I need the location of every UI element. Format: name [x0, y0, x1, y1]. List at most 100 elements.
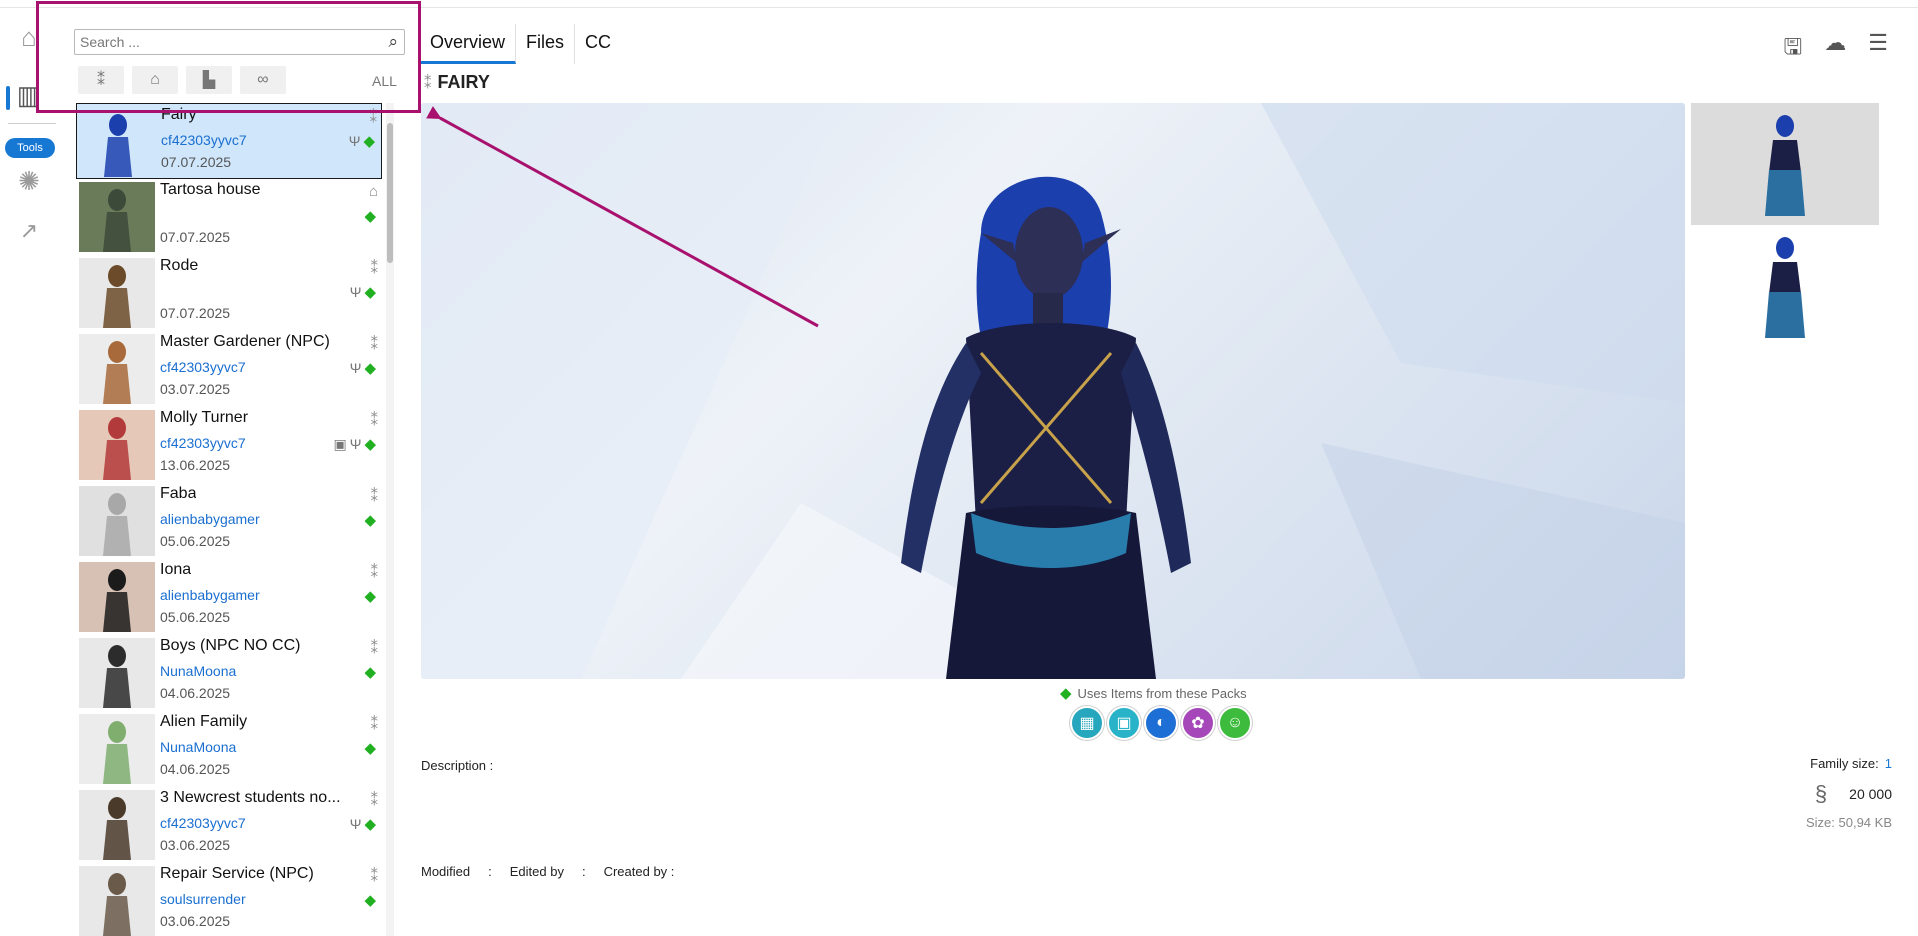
- item-author[interactable]: cf42303yyvc7: [160, 435, 246, 451]
- thumbnail-2[interactable]: [1691, 225, 1879, 347]
- item-tags: ◆: [364, 511, 376, 529]
- lot-type-icon: ⌂: [368, 183, 378, 200]
- sim-type-icon: ⁑: [370, 868, 378, 885]
- list-item[interactable]: Iona alienbabygamer 05.06.2025 ⁑ ◆: [76, 559, 382, 635]
- cc-tag-icon: ◆: [364, 664, 376, 681]
- cc-tag-icon: ◆: [364, 588, 376, 605]
- cc-tag-icon: ◆: [364, 360, 376, 377]
- item-thumbnail: [79, 486, 155, 556]
- detail-tabs: Overview Files CC: [420, 24, 621, 64]
- item-tags: ◆: [364, 587, 376, 605]
- item-name: Iona: [160, 561, 192, 578]
- item-thumbnail: [79, 410, 155, 480]
- fairy-render: [421, 103, 1685, 679]
- thumbnail-render-1: [1765, 115, 1805, 216]
- item-date: 05.06.2025: [160, 609, 231, 625]
- item-author[interactable]: cf42303yyvc7: [160, 815, 246, 831]
- item-author[interactable]: alienbabygamer: [160, 511, 260, 527]
- item-tags: ◆: [364, 891, 376, 909]
- preview-thumbnails: [1691, 103, 1879, 347]
- chart-icon[interactable]: ↗: [14, 216, 44, 246]
- list-item[interactable]: Faba alienbabygamer 05.06.2025 ⁑ ◆: [76, 483, 382, 559]
- item-author[interactable]: cf42303yyvc7: [160, 359, 246, 375]
- list-item[interactable]: Fairy cf42303yyvc7 07.07.2025 ⁑ Ψ ◆: [76, 103, 382, 179]
- packs-label: ◆ Uses Items from these Packs: [1060, 684, 1247, 702]
- description-label: Description :: [421, 758, 494, 773]
- item-date: 05.06.2025: [160, 533, 231, 549]
- cc-tag-icon: ◆: [364, 436, 376, 453]
- cc-tag-icon: ◆: [364, 208, 376, 225]
- item-date: 03.06.2025: [160, 837, 231, 853]
- camera-icon: ▣: [333, 435, 347, 452]
- item-thumbnail: [79, 182, 155, 252]
- library-list: Fairy cf42303yyvc7 07.07.2025 ⁑ Ψ ◆ Tartosa ho…: [76, 103, 384, 936]
- edited-label: Edited by: [509, 864, 564, 879]
- item-author[interactable]: NunaMoona: [160, 663, 236, 679]
- pack-icon[interactable]: ▦: [1070, 706, 1104, 740]
- list-item[interactable]: Boys (NPC NO CC) NunaMoona 04.06.2025 ⁑ ◆: [76, 635, 382, 711]
- created-label: Created by :: [603, 864, 675, 879]
- item-tags: ◆: [364, 207, 376, 225]
- pack-icon[interactable]: ◐: [1144, 706, 1178, 740]
- item-thumbnail: [79, 714, 155, 784]
- tab-cc[interactable]: CC: [575, 24, 621, 64]
- sim-type-icon: ⁑: [370, 488, 378, 505]
- tool-icon: Ψ: [349, 436, 362, 452]
- item-name: Boys (NPC NO CC): [160, 637, 301, 654]
- cc-tag-icon: ◆: [1060, 685, 1072, 702]
- item-name: Repair Service (NPC): [160, 865, 314, 882]
- edited-colon: :: [581, 864, 586, 879]
- list-item[interactable]: Tartosa house 07.07.2025 ⌂ ◆: [76, 179, 382, 255]
- item-author[interactable]: cf42303yyvc7: [161, 132, 247, 148]
- meta-row: Modified : Edited by : Created by :: [421, 864, 674, 879]
- item-author[interactable]: NunaMoona: [160, 739, 236, 755]
- modified-label: Modified: [421, 864, 471, 879]
- item-thumbnail: [79, 258, 155, 328]
- cc-tag-icon: ◆: [364, 512, 376, 529]
- item-name: Tartosa house: [160, 181, 261, 198]
- cc-tag-icon: ◆: [364, 816, 376, 833]
- modified-colon: :: [488, 864, 492, 879]
- list-scrollbar[interactable]: [386, 103, 394, 936]
- tools-badge[interactable]: Tools: [5, 138, 55, 158]
- bug-icon[interactable]: ✺: [14, 166, 44, 196]
- cloud-download-icon[interactable]: ☁: [1824, 30, 1846, 68]
- item-date: 07.07.2025: [160, 229, 231, 245]
- list-item[interactable]: 3 Newcrest students no... cf42303yyvc7 03.…: [76, 787, 382, 863]
- list-item[interactable]: Alien Family NunaMoona 04.06.2025 ⁑ ◆: [76, 711, 382, 787]
- thumbnail-1[interactable]: [1691, 103, 1879, 225]
- preview-image: [421, 103, 1685, 679]
- list-item[interactable]: Rode 07.07.2025 ⁑ Ψ ◆: [76, 255, 382, 331]
- pack-icon[interactable]: ☺: [1218, 706, 1252, 740]
- item-date: 04.06.2025: [160, 761, 231, 777]
- list-item[interactable]: Repair Service (NPC) soulsurrender 03.06.2…: [76, 863, 382, 936]
- item-date: 03.06.2025: [160, 913, 231, 929]
- tab-overview[interactable]: Overview: [420, 24, 517, 64]
- top-actions: 🖫 ☁ ☰: [1784, 30, 1888, 68]
- scrollbar-thumb[interactable]: [387, 123, 393, 263]
- left-rail: ⌂ ▥ Tools ✺ ↗: [0, 8, 64, 936]
- item-thumbnail: [79, 638, 155, 708]
- sim-type-icon: ⁑: [370, 260, 378, 277]
- sim-type-icon: ⁑: [370, 564, 378, 581]
- item-author[interactable]: soulsurrender: [160, 891, 246, 907]
- item-thumbnail: [79, 562, 155, 632]
- menu-icon[interactable]: ☰: [1868, 30, 1888, 68]
- page-title: FAIRY: [437, 72, 490, 92]
- pack-icon[interactable]: ▣: [1107, 706, 1141, 740]
- tab-files[interactable]: Files: [516, 24, 576, 64]
- item-thumbnail: [80, 107, 156, 177]
- item-author[interactable]: alienbabygamer: [160, 587, 260, 603]
- size-value: 50,94 KB: [1838, 815, 1893, 830]
- save-icon[interactable]: 🖫: [1784, 30, 1803, 68]
- list-item[interactable]: Master Gardener (NPC) cf42303yyvc7 03.07.2…: [76, 331, 382, 407]
- money-value: 20 000: [1849, 786, 1892, 802]
- item-date: 07.07.2025: [161, 154, 232, 170]
- pack-icon[interactable]: ✿: [1181, 706, 1215, 740]
- item-name: 3 Newcrest students no...: [160, 789, 341, 806]
- sim-type-icon: ⁑: [424, 74, 431, 92]
- pack-icons: ▦ ▣ ◐ ✿ ☺: [1070, 706, 1252, 740]
- sim-type-icon: ⁑: [370, 792, 378, 809]
- cc-tag-icon: ◆: [363, 133, 375, 150]
- list-item[interactable]: Molly Turner cf42303yyvc7 13.06.2025 ⁑ ▣ Ψ ◆: [76, 407, 382, 483]
